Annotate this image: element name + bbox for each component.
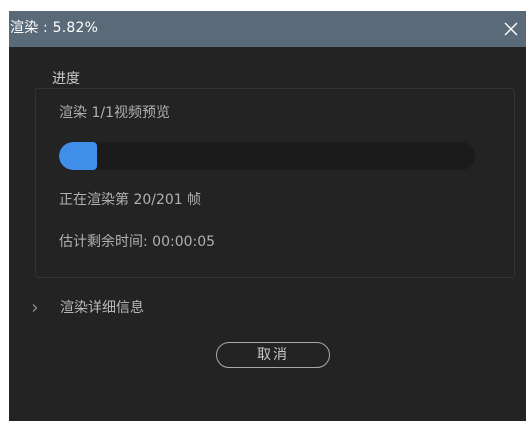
progress-group-legend: 进度 xyxy=(47,70,85,88)
title-bar: 渲染 : 5.82% xyxy=(9,11,526,47)
window-title: 渲染 : 5.82% xyxy=(10,20,99,36)
render-details-toggle[interactable]: 渲染详细信息 xyxy=(31,298,191,320)
progress-bar-fill xyxy=(59,142,97,170)
close-icon xyxy=(504,22,518,36)
close-button[interactable] xyxy=(496,11,526,47)
progress-bar xyxy=(59,142,475,170)
cancel-button[interactable]: 取消 xyxy=(216,342,330,368)
render-progress-dialog: 渲染 : 5.82% 进度 渲染 1/1视频预览 正在渲染第 20/201 帧 … xyxy=(9,11,526,421)
frame-status-text: 正在渲染第 20/201 帧 xyxy=(59,192,202,208)
render-target-text: 渲染 1/1视频预览 xyxy=(59,105,170,121)
time-remaining-text: 估计剩余时间: 00:00:05 xyxy=(59,234,216,250)
render-details-label: 渲染详细信息 xyxy=(60,300,144,316)
chevron-right-icon xyxy=(32,304,38,312)
